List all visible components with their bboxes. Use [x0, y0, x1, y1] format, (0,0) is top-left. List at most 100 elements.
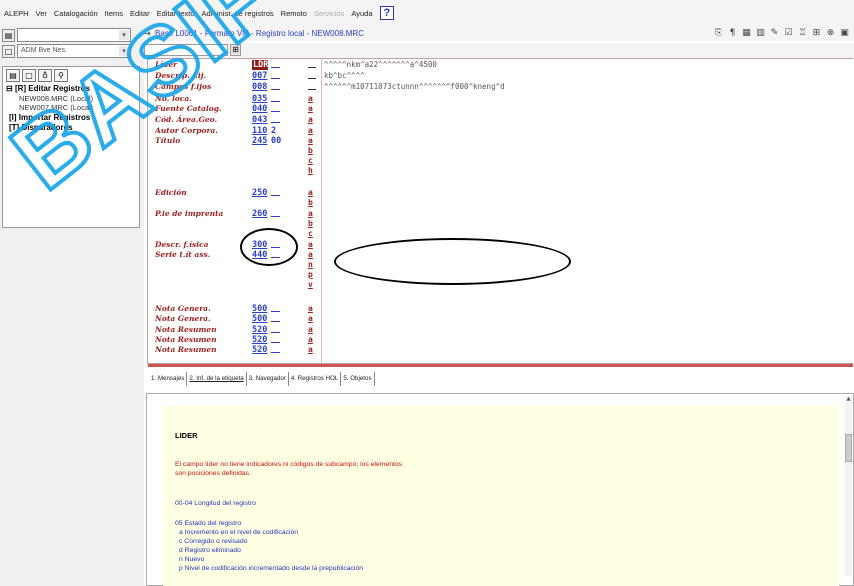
- field-indicators[interactable]: [271, 304, 280, 312]
- field-subfield-code[interactable]: a: [308, 126, 316, 135]
- field-row[interactable]: P.ie de imprenta 260 a: [148, 209, 853, 219]
- field-subfield-code[interactable]: [308, 60, 316, 68]
- menu-aleph[interactable]: ALEPH: [4, 9, 29, 18]
- link-icon[interactable]: ⊗: [825, 28, 836, 39]
- field-tag[interactable]: 035: [252, 94, 268, 104]
- tree-node-edit-records[interactable]: ⊟ [R] Editar Registros: [6, 84, 90, 93]
- arrow-right-icon[interactable]: ⇥: [144, 29, 153, 38]
- field-subfield-code[interactable]: [308, 71, 316, 79]
- help-scrollbar[interactable]: ▲: [845, 396, 852, 576]
- scroll-up-icon[interactable]: ▲: [845, 396, 852, 403]
- field-indicators[interactable]: [271, 335, 280, 343]
- field-subfield-code[interactable]: a: [308, 94, 316, 103]
- field-subfield-code[interactable]: v: [308, 280, 316, 289]
- tree-node-import[interactable]: [I] Importar Registros: [9, 113, 90, 122]
- field-row[interactable]: Nota Resumen 520 a: [148, 345, 853, 355]
- field-tag[interactable]: 110: [252, 126, 268, 136]
- base-combo[interactable]: ADM Bve Nes. ▾: [17, 44, 131, 58]
- field-tag[interactable]: 260: [252, 209, 268, 219]
- field-tag[interactable]: 520: [252, 335, 268, 345]
- tab-objetos[interactable]: 5. Objetos: [341, 372, 375, 386]
- tree-tab-search-icon[interactable]: ⚲: [54, 69, 68, 82]
- field-subfield-code[interactable]: a: [308, 345, 316, 354]
- field-indicators[interactable]: [271, 188, 280, 196]
- field-row[interactable]: Autor Corpora. 110 2 a: [148, 126, 853, 136]
- field-row[interactable]: No. loca. 035 a: [148, 94, 853, 104]
- field-indicators[interactable]: [271, 345, 280, 353]
- field-subfield-code[interactable]: a: [308, 188, 316, 197]
- field-indicators[interactable]: 2: [271, 126, 287, 136]
- field-subfield-code[interactable]: a: [308, 136, 316, 145]
- menu-editar-texto[interactable]: Editar texto: [157, 9, 195, 18]
- field-row[interactable]: Nota Genera. 500 a: [148, 314, 853, 324]
- menu-ayuda[interactable]: Ayuda: [351, 9, 372, 18]
- field-subfield-code[interactable]: a: [308, 304, 316, 313]
- field-row[interactable]: Cód. Área.Geo. 043 a: [148, 115, 853, 125]
- field-row[interactable]: Título 245 00 a: [148, 136, 853, 146]
- field-subfield-code[interactable]: h: [308, 166, 316, 175]
- field-row[interactable]: Fuente Catalog. 040 a: [148, 104, 853, 114]
- field-indicators[interactable]: [271, 209, 280, 217]
- field-subfield-code[interactable]: b: [308, 198, 316, 207]
- field-value[interactable]: ^^^^^^m10711073ctunnn^^^^^^^f000^kneng^d: [324, 82, 505, 91]
- field-row[interactable]: Nota Genera. 500 a: [148, 304, 853, 314]
- field-subfield-code[interactable]: [308, 82, 316, 90]
- tree-tab-doc-icon[interactable]: □: [22, 69, 36, 82]
- grid-icon[interactable]: ⊞: [811, 28, 822, 39]
- field-subfield-code[interactable]: a: [308, 314, 316, 323]
- scroll-thumb[interactable]: [845, 434, 852, 462]
- tab-navegador[interactable]: 3. Navegador: [247, 372, 289, 386]
- secondary-field[interactable]: [144, 44, 228, 56]
- field-indicators[interactable]: [271, 115, 280, 123]
- field-row[interactable]: c: [148, 156, 853, 166]
- tree-record-new008[interactable]: NEW008.MRC (Local): [19, 94, 93, 103]
- record-icon[interactable]: ▤: [2, 28, 15, 42]
- field-subfield-code[interactable]: a: [308, 335, 316, 344]
- field-subfield-code[interactable]: a: [308, 250, 316, 259]
- tab-inf-etiqueta[interactable]: 2. Inf. de la etiqueta: [187, 372, 247, 386]
- form-icon[interactable]: ▥: [755, 28, 766, 39]
- field-tag[interactable]: 520: [252, 345, 268, 355]
- field-indicators[interactable]: [271, 325, 280, 333]
- window-icon[interactable]: ▣: [839, 28, 850, 39]
- field-indicators[interactable]: [271, 82, 280, 90]
- menu-items[interactable]: Items: [105, 9, 123, 18]
- field-subfield-code[interactable]: n: [308, 260, 316, 269]
- field-indicators[interactable]: [271, 314, 280, 322]
- field-indicators[interactable]: [271, 60, 280, 68]
- field-tag[interactable]: LDR: [252, 60, 268, 70]
- field-row[interactable]: b: [148, 146, 853, 156]
- field-tag[interactable]: 520: [252, 325, 268, 335]
- menu-administ-registros[interactable]: Administ. de registros: [202, 9, 274, 18]
- tree-node-triggers[interactable]: [T] Disparadores: [9, 123, 73, 132]
- field-row[interactable]: Líder LDR ^^^^^nkm^a22^^^^^^^a^4500: [148, 60, 853, 70]
- field-subfield-code[interactable]: p: [308, 270, 316, 279]
- save-icon[interactable]: ⎘: [713, 28, 724, 39]
- field-row[interactable]: Campos f.ijos 008 ^^^^^^m10711073ctunnn^^^…: [148, 82, 853, 92]
- tab-mensajes[interactable]: 1. Mensajes: [149, 372, 188, 386]
- field-value[interactable]: ^^^^^nkm^a22^^^^^^^a^4500: [324, 60, 437, 69]
- field-tag[interactable]: 500: [252, 314, 268, 324]
- field-tag[interactable]: 008: [252, 82, 268, 92]
- field-subfield-code[interactable]: b: [308, 146, 316, 155]
- tree-tab-trigger-icon[interactable]: ♁: [38, 69, 52, 82]
- field-tag[interactable]: 007: [252, 71, 268, 81]
- menu-ver[interactable]: Ver: [36, 9, 47, 18]
- field-subfield-code[interactable]: a: [308, 104, 316, 113]
- field-indicators[interactable]: [271, 94, 280, 102]
- field-tag[interactable]: 500: [252, 304, 268, 314]
- field-subfield-code[interactable]: a: [308, 115, 316, 124]
- field-value[interactable]: kb^bc^^^^: [324, 71, 365, 80]
- field-row[interactable]: h: [148, 166, 853, 176]
- edit-icon[interactable]: ✎: [769, 28, 780, 39]
- table-icon[interactable]: ▦: [741, 28, 752, 39]
- field-row[interactable]: b: [148, 198, 853, 208]
- field-subfield-code[interactable]: a: [308, 325, 316, 334]
- field-row[interactable]: Edición 250 a: [148, 188, 853, 198]
- tree-icon[interactable]: ♖: [797, 28, 808, 39]
- tree-record-new007[interactable]: NEW007.MRC (Local): [19, 103, 93, 112]
- field-tag[interactable]: 040: [252, 104, 268, 114]
- check-icon[interactable]: ☑: [783, 28, 794, 39]
- expand-icon[interactable]: ⊞: [230, 44, 241, 56]
- field-row[interactable]: Descrip. f.ij. 007 kb^bc^^^^: [148, 71, 853, 81]
